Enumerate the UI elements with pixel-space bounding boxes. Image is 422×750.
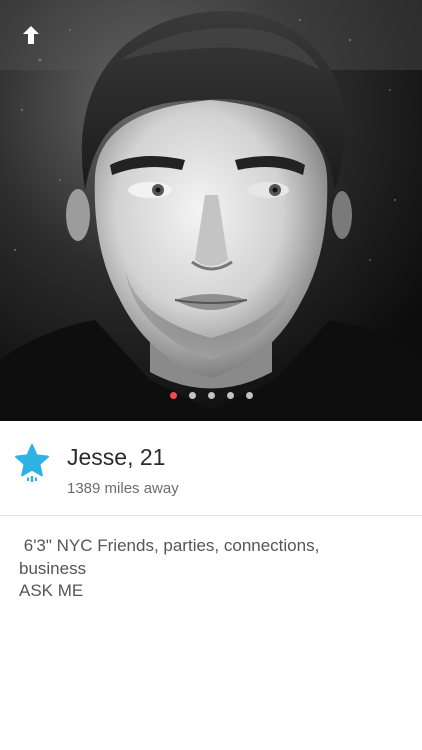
- up-arrow-icon: [23, 26, 39, 44]
- profile-age: , 21: [127, 444, 166, 470]
- profile-photo-image: [0, 0, 422, 421]
- photo-dot-3[interactable]: [207, 392, 215, 399]
- profile-bio: 6'3" NYC Friends, parties, connections, …: [19, 535, 399, 603]
- profile-name-age: Jesse, 21: [67, 443, 165, 471]
- back-button[interactable]: [18, 22, 44, 48]
- profile-screen: Jesse, 21 1389 miles away 6'3" NYC Frien…: [0, 0, 422, 750]
- profile-name: Jesse: [67, 444, 128, 470]
- profile-distance: 1389 miles away: [67, 480, 179, 497]
- bio-line-2: business: [19, 558, 87, 578]
- profile-photo[interactable]: [0, 0, 422, 421]
- photo-dot-2[interactable]: [188, 392, 196, 399]
- bio-line-3: ASK ME: [19, 581, 84, 600]
- photo-dot-1[interactable]: [169, 392, 177, 399]
- superlike-star-icon[interactable]: [14, 443, 50, 483]
- profile-info: Jesse, 21 1389 miles away: [0, 421, 422, 516]
- photo-dot-5[interactable]: [245, 392, 253, 399]
- photo-dot-4[interactable]: [226, 392, 234, 399]
- photo-pagination: [0, 392, 422, 399]
- bio-line-1: 6'3" NYC Friends, parties, connections,: [19, 536, 320, 555]
